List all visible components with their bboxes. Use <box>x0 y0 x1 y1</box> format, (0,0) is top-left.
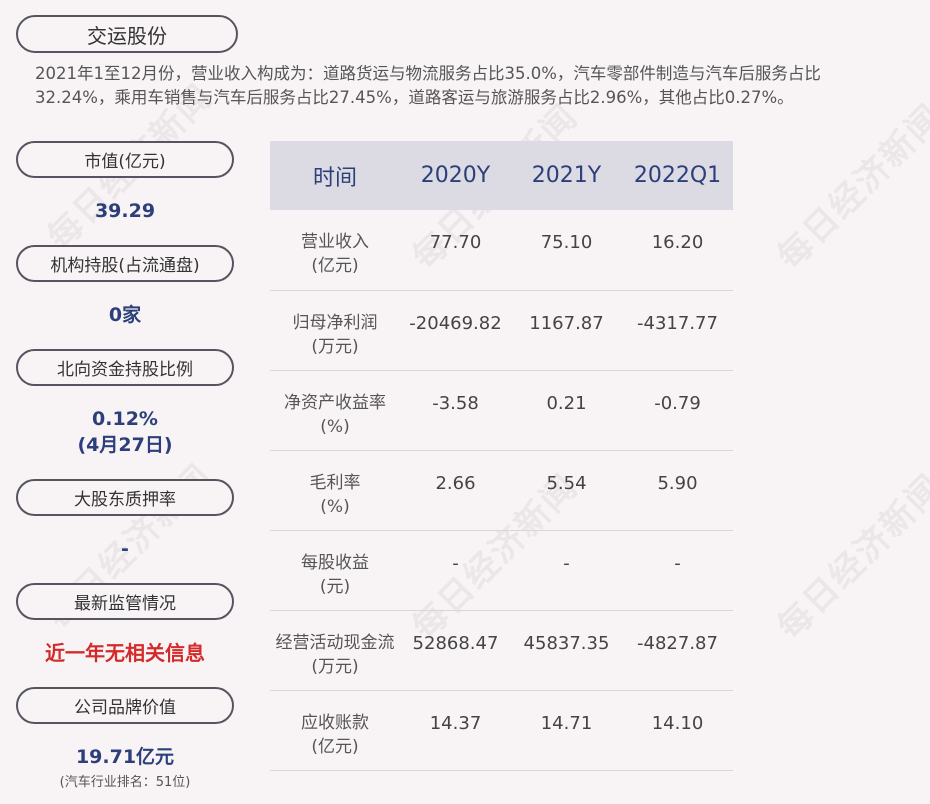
northbound-holding-label: 北向资金持股比例 <box>16 349 234 386</box>
table-cell: -20469.82 <box>400 290 511 371</box>
row-label: 经营活动现金流 (万元) <box>270 610 400 691</box>
table-cell: -4317.77 <box>622 290 733 371</box>
brand-value: 19.71亿元 <box>75 746 175 768</box>
table-cell: 14.10 <box>622 690 733 771</box>
table-cell: -4827.87 <box>622 610 733 691</box>
institution-holding-value: 0家 <box>108 304 142 326</box>
table-row: 应收账款 (亿元) 14.37 14.71 14.10 <box>270 690 733 771</box>
table-cell: -3.58 <box>400 370 511 451</box>
pledge-rate-label: 大股东质押率 <box>16 479 234 516</box>
row-label: 毛利率 (%) <box>270 450 400 531</box>
header-time: 时间 <box>270 141 400 210</box>
row-label: 营业收入 (亿元) <box>270 210 400 291</box>
brand-value-label: 公司品牌价值 <box>16 687 234 724</box>
table-cell: 52868.47 <box>400 610 511 691</box>
market-cap-label: 市值(亿元) <box>16 141 234 178</box>
northbound-holding-date: (4月27日) <box>77 434 173 456</box>
northbound-holding-value: 0.12% <box>92 408 158 430</box>
institution-holding-label: 机构持股(占流通盘) <box>16 245 234 282</box>
regulation-label: 最新监管情况 <box>16 583 234 620</box>
row-label: 归母净利润 (万元) <box>270 290 400 371</box>
revenue-summary: 2021年1至12月份，营业收入构成为：道路货运与物流服务占比35.0%，汽车零… <box>35 64 821 107</box>
table-cell: 14.71 <box>511 690 622 771</box>
table-row: 每股收益 (元) - - - <box>270 530 733 611</box>
market-cap-value: 39.29 <box>94 200 156 222</box>
row-label: 每股收益 (元) <box>270 530 400 611</box>
header-2021y: 2021Y <box>511 141 622 210</box>
table-cell: 1167.87 <box>511 290 622 371</box>
table-cell: - <box>400 530 511 611</box>
table-header-row: 时间 2020Y 2021Y 2022Q1 <box>270 141 733 210</box>
table-row: 归母净利润 (万元) -20469.82 1167.87 -4317.77 <box>270 290 733 371</box>
brand-rank-note: (汽车行业排名：51位) <box>59 775 191 790</box>
table-cell: 14.37 <box>400 690 511 771</box>
row-label: 净资产收益率 (%) <box>270 370 400 451</box>
table-row: 经营活动现金流 (万元) 52868.47 45837.35 -4827.87 <box>270 610 733 691</box>
table-cell: 0.21 <box>511 370 622 451</box>
watermark: 每日经济新闻 <box>769 96 930 278</box>
header-2022q1: 2022Q1 <box>622 141 733 210</box>
table-row: 净资产收益率 (%) -3.58 0.21 -0.79 <box>270 370 733 451</box>
financial-table: 时间 2020Y 2021Y 2022Q1 营业收入 (亿元) 77.70 75.… <box>270 141 733 771</box>
table-cell: 5.90 <box>622 450 733 531</box>
table-row: 营业收入 (亿元) 77.70 75.10 16.20 <box>270 210 733 291</box>
table-cell: 16.20 <box>622 210 733 291</box>
company-title: 交运股份 <box>16 15 238 53</box>
pledge-rate-value: - <box>121 538 129 560</box>
watermark: 每日经济新闻 <box>769 466 930 648</box>
header-2020y: 2020Y <box>400 141 511 210</box>
table-cell: 45837.35 <box>511 610 622 691</box>
table-cell: 5.54 <box>511 450 622 531</box>
table-row: 毛利率 (%) 2.66 5.54 5.90 <box>270 450 733 531</box>
table-cell: - <box>511 530 622 611</box>
table-cell: 75.10 <box>511 210 622 291</box>
regulation-value: 近一年无相关信息 <box>45 641 205 665</box>
table-cell: - <box>622 530 733 611</box>
table-cell: -0.79 <box>622 370 733 451</box>
table-cell: 77.70 <box>400 210 511 291</box>
row-label: 应收账款 (亿元) <box>270 690 400 771</box>
table-cell: 2.66 <box>400 450 511 531</box>
